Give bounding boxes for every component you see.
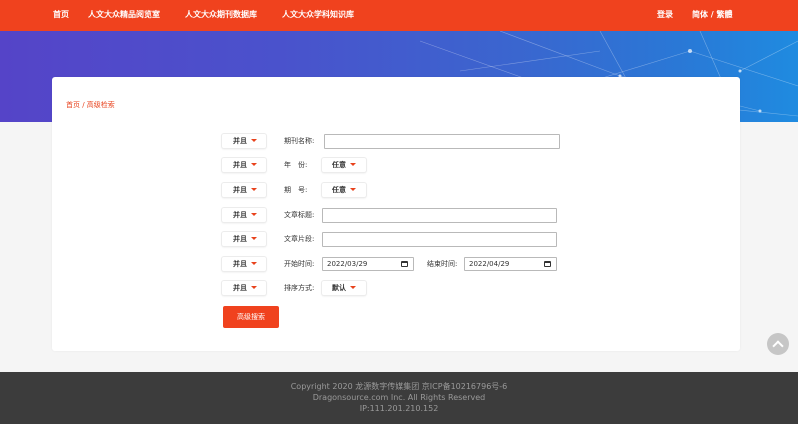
caret-down-icon xyxy=(251,138,257,142)
start-date-input[interactable]: 2022/03/29 xyxy=(322,257,414,271)
nav-reading-room-link[interactable]: 人文大众精品阅览室 xyxy=(88,9,160,21)
article-title-label: 文章标题: xyxy=(284,211,315,219)
journal-name-input[interactable] xyxy=(324,134,560,149)
end-date-label: 结束时间: xyxy=(427,260,458,268)
footer-rights: Dragonsource.com Inc. All Rights Reserve… xyxy=(312,393,486,402)
issue-select[interactable]: 任意 xyxy=(322,183,366,197)
logic-select-article-fragment[interactable]: 并且 xyxy=(222,232,266,246)
footer-copyright: Copyright 2020 龙源数字传媒集团 京ICP备10216796号-6 xyxy=(290,382,508,391)
start-date-label: 开始时间: xyxy=(284,260,315,268)
logic-select-year[interactable]: 并且 xyxy=(222,158,266,172)
logic-select-journal-name[interactable]: 并且 xyxy=(222,134,266,148)
article-fragment-input[interactable] xyxy=(322,232,557,247)
year-select[interactable]: 任意 xyxy=(322,158,366,172)
language-switch[interactable]: 简体 / 繁體 xyxy=(692,9,733,21)
calendar-icon[interactable] xyxy=(544,261,551,267)
caret-down-icon xyxy=(251,261,257,265)
article-fragment-label: 文章片段: xyxy=(284,235,315,243)
caret-down-icon xyxy=(251,162,257,166)
advanced-search-button[interactable]: 高级搜索 xyxy=(223,306,279,328)
caret-down-icon xyxy=(251,187,257,191)
calendar-icon[interactable] xyxy=(401,261,408,267)
logic-select-sort[interactable]: 并且 xyxy=(222,281,266,295)
caret-down-icon xyxy=(251,212,257,216)
advanced-search-card: 首页 / 高级检索 并且 期刊名称: 并且 年 份: 任意 并且 期 号: 任意… xyxy=(52,77,740,351)
footer-ip: IP:111.201.210.152 xyxy=(359,404,439,413)
issue-label: 期 号: xyxy=(284,186,308,194)
login-link[interactable]: 登录 xyxy=(657,9,673,21)
sort-label: 排序方式: xyxy=(284,284,315,292)
back-to-top-button[interactable] xyxy=(767,333,789,355)
caret-down-icon xyxy=(251,236,257,240)
top-nav-bar: 首页 人文大众精品阅览室 人文大众期刊数据库 人文大众学科知识库 登录 简体 /… xyxy=(0,0,798,31)
logic-select-issue[interactable]: 并且 xyxy=(222,183,266,197)
year-label: 年 份: xyxy=(284,161,308,169)
article-title-input[interactable] xyxy=(322,208,557,223)
journal-name-label: 期刊名称: xyxy=(284,137,315,145)
caret-down-icon xyxy=(350,285,356,289)
nav-knowledge-base-link[interactable]: 人文大众学科知识库 xyxy=(282,9,354,21)
caret-down-icon xyxy=(350,162,356,166)
sort-select[interactable]: 默认 xyxy=(322,281,366,295)
breadcrumb[interactable]: 首页 / 高级检索 xyxy=(66,100,115,110)
caret-down-icon xyxy=(251,285,257,289)
footer: Copyright 2020 龙源数字传媒集团 京ICP备10216796号-6… xyxy=(0,372,798,424)
end-date-input[interactable]: 2022/04/29 xyxy=(464,257,557,271)
logic-select-article-title[interactable]: 并且 xyxy=(222,208,266,222)
logic-select-date[interactable]: 并且 xyxy=(222,257,266,271)
nav-home-link[interactable]: 首页 xyxy=(53,9,69,21)
nav-journal-database-link[interactable]: 人文大众期刊数据库 xyxy=(185,9,257,21)
caret-down-icon xyxy=(350,187,356,191)
